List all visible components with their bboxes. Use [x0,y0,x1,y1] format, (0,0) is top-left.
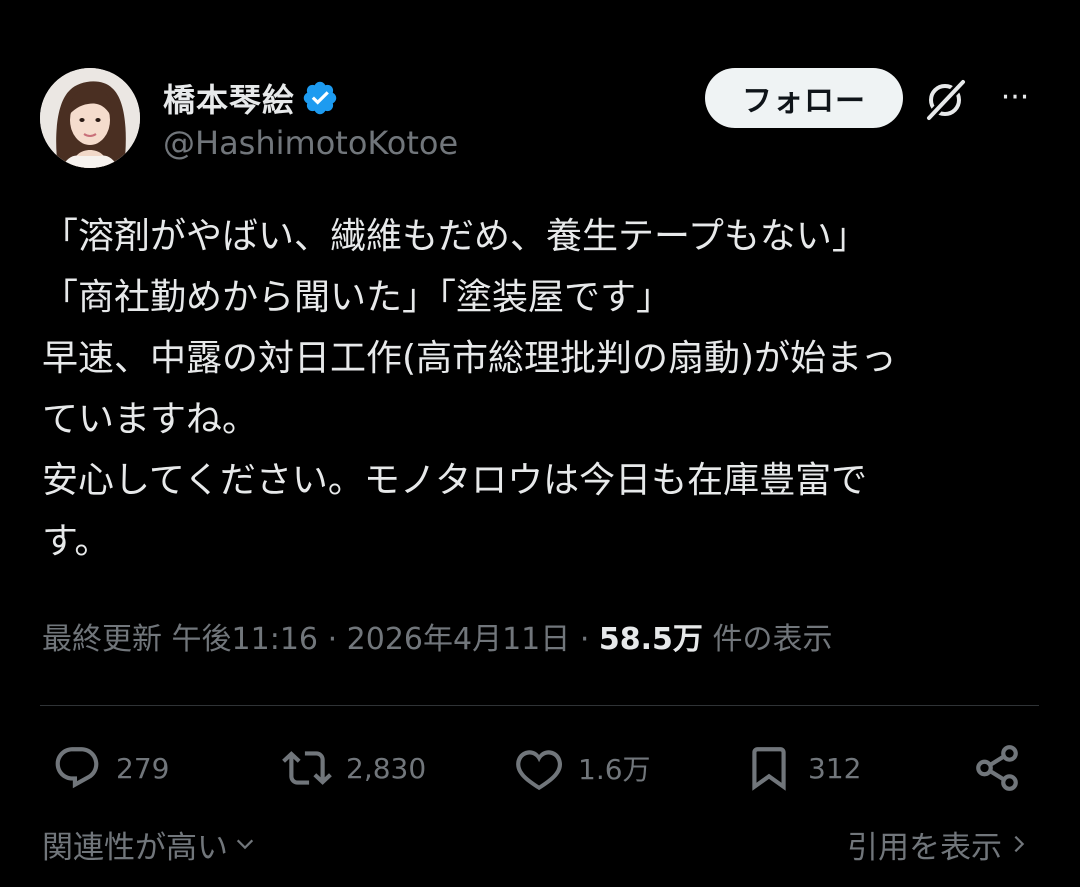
repost-icon [282,751,332,785]
reply-count: 279 [116,751,170,785]
share-button[interactable] [972,738,1036,798]
share-icon [976,745,1018,791]
quotes-label: 引用を表示 [847,829,1002,866]
bookmark-button[interactable]: 312 [744,738,861,798]
tweet-line: ていますね。 [42,399,259,440]
like-button[interactable]: 1.6万 [514,738,651,798]
sort-label: 関連性が高い [42,829,228,866]
views-label: 件の表示 [712,622,833,657]
divider [40,705,1039,706]
tweet-time[interactable]: 午後11:16 [172,622,318,657]
views-count[interactable]: 58.5万 [599,622,703,657]
name-row: 橋本琴絵 [163,76,339,120]
bookmark-count: 312 [808,751,862,785]
repost-button[interactable]: 2,830 [282,738,426,798]
reply-footer: 関連性が高い 引用を表示 [0,818,1080,870]
chevron-right-icon [1014,835,1025,853]
meta-separator: · [327,622,338,657]
follow-button[interactable]: フォロー [705,68,903,128]
updated-label: 最終更新 [42,622,162,657]
verified-badge-icon [303,81,337,115]
tweet-body: 「溶剤がやばい、繊維もだめ、養生テープもない」 「商社勤めから聞いた」「塗装屋で… [42,206,1042,572]
tweet-line: 安心してください。モノタロウは今日も在庫豊富で [42,460,868,501]
tweet-line: 「溶剤がやばい、繊維もだめ、養生テープもない」 [42,216,868,257]
display-name[interactable]: 橋本琴絵 [163,75,295,121]
profile-photo [40,68,140,168]
meta-separator: · [579,622,590,657]
action-bar: 279 2,830 1.6万 312 [0,738,1080,798]
sort-replies-button[interactable]: 関連性が高い [42,818,256,870]
bookmark-icon [752,747,786,791]
like-count: 1.6万 [578,753,651,786]
repost-count: 2,830 [346,751,427,785]
chevron-down-icon [236,839,254,850]
avatar[interactable] [40,68,140,168]
tweet-meta: 最終更新 午後11:16 · 2026年4月11日 · 58.5万 件の表示 [42,614,832,666]
tweet-line: 早速、中露の対日工作(高市総理批判の扇動)が始まっ [42,338,897,379]
tweet-date[interactable]: 2026年4月11日 [347,622,571,657]
user-handle[interactable]: @HashimotoKotoe [163,124,458,162]
tweet-line: 「商社勤めから聞いた」「塗装屋です」 [42,277,673,318]
tweet-header: 橋本琴絵 @HashimotoKotoe フォロー ··· [40,68,1040,168]
heart-icon [516,750,563,791]
view-quotes-button[interactable]: 引用を表示 [847,818,1030,870]
reply-button[interactable]: 279 [52,738,169,798]
reply-icon [55,747,99,789]
grok-icon[interactable] [923,76,969,122]
tweet-line: す。 [42,521,111,562]
more-options-icon[interactable]: ··· [995,78,1035,118]
